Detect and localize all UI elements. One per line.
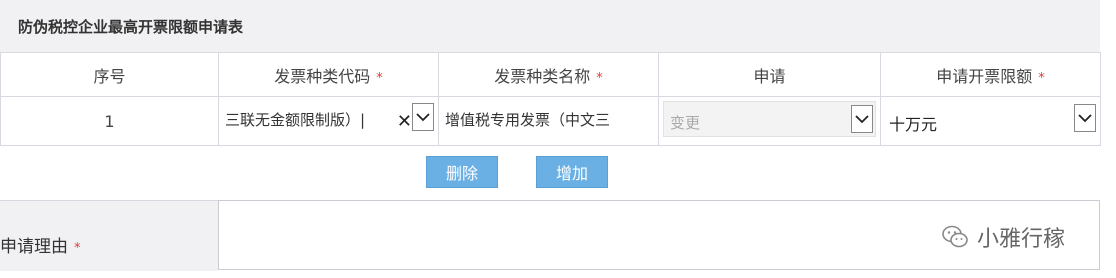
required-mark: * <box>376 70 383 86</box>
type-code-cell: 三联无金额限制版）| ✕ <box>218 96 439 146</box>
limit-cell: 十万元 <box>880 96 1101 146</box>
row-index: 1 <box>0 96 219 146</box>
form-title: 防伪税控企业最高开票限额申请表 <box>18 17 244 36</box>
table-row: 1 三联无金额限制版）| ✕ 增值税专用发票（中文三 变更 十万元 <box>0 96 1101 146</box>
limit-select[interactable]: 十万元 <box>885 101 1096 137</box>
reason-label-box: 申请理由 * <box>0 200 218 271</box>
reason-textarea[interactable]: 小雅行稼 <box>218 200 1100 270</box>
chevron-down-icon[interactable] <box>851 105 873 133</box>
required-mark: * <box>1038 70 1045 86</box>
invoice-limit-table: 序号 发票种类代码 * 发票种类名称 * 申请 申请开票限额 * 1 三联无金额限制版… <box>0 52 1101 146</box>
apply-cell: 变更 <box>658 96 881 146</box>
watermark-text: 小雅行稼 <box>976 227 1065 252</box>
table-header-row: 序号 发票种类代码 * 发票种类名称 * 申请 申请开票限额 * <box>0 52 1101 97</box>
column-header-index: 序号 <box>0 52 219 97</box>
clear-icon[interactable]: ✕ <box>397 111 412 132</box>
type-code-input[interactable]: 三联无金额限制版）| <box>225 101 398 137</box>
required-mark: * <box>74 241 81 256</box>
watermark: 小雅行稼 <box>941 221 1065 253</box>
type-name-field[interactable]: 增值税专用发票（中文三 <box>445 101 652 137</box>
delete-button[interactable]: 删除 <box>426 156 498 188</box>
form-title-bar: 防伪税控企业最高开票限额申请表 <box>0 0 1100 53</box>
limit-select-value: 十万元 <box>889 115 938 134</box>
column-header-type-code: 发票种类代码 * <box>218 52 439 97</box>
apply-select-value: 变更 <box>670 114 701 132</box>
chevron-down-icon[interactable] <box>412 103 434 131</box>
column-header-limit: 申请开票限额 * <box>880 52 1101 97</box>
column-header-apply: 申请 <box>658 52 881 97</box>
reason-label: 申请理由 * <box>0 237 81 257</box>
required-mark: * <box>596 70 603 86</box>
column-header-type-name: 发票种类名称 * <box>438 52 659 97</box>
chevron-down-icon[interactable] <box>1074 104 1096 132</box>
type-name-cell: 增值税专用发票（中文三 <box>438 96 659 146</box>
add-button[interactable]: 增加 <box>536 156 608 188</box>
apply-select[interactable]: 变更 <box>663 101 876 137</box>
wechat-icon <box>942 225 968 248</box>
